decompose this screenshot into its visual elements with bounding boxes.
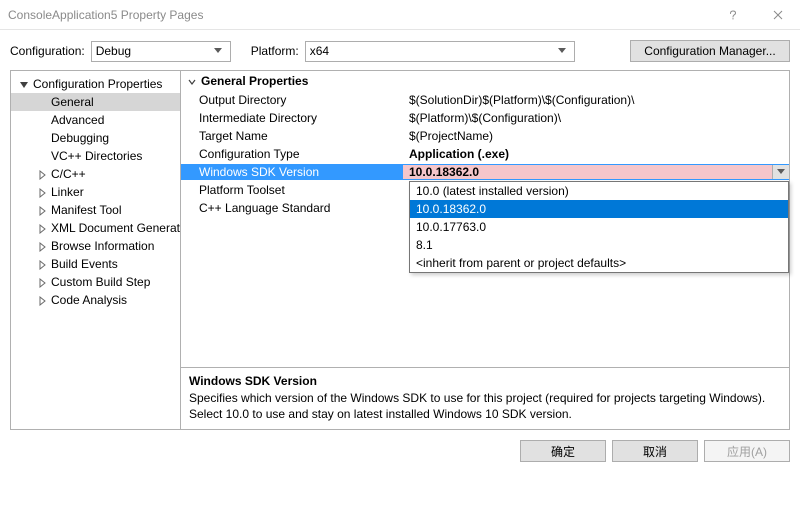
ok-button[interactable]: 确定 — [520, 440, 606, 462]
tree-item-label: General — [51, 95, 94, 109]
property-name: Configuration Type — [181, 147, 403, 161]
dropdown-button[interactable] — [772, 165, 789, 179]
dropdown-option[interactable]: 10.0 (latest installed version) — [410, 182, 788, 200]
triangle-right-icon — [37, 187, 47, 197]
tree-item-build-events[interactable]: Build Events — [11, 255, 180, 273]
triangle-right-icon — [37, 205, 47, 215]
tree-item-label: Manifest Tool — [51, 203, 121, 217]
tree-item-label: Debugging — [51, 131, 109, 145]
chevron-down-icon — [187, 76, 197, 86]
tree-item-code-analysis[interactable]: Code Analysis — [11, 291, 180, 309]
dropdown-option[interactable]: 8.1 — [410, 236, 788, 254]
tree-item-debugging[interactable]: Debugging — [11, 129, 180, 147]
tree-item-label: VC++ Directories — [51, 149, 142, 163]
chevron-down-icon — [211, 48, 226, 54]
tree-item-c-c-[interactable]: C/C++ — [11, 165, 180, 183]
property-value[interactable]: $(SolutionDir)$(Platform)\$(Configuratio… — [403, 93, 789, 107]
property-name: Intermediate Directory — [181, 111, 403, 125]
tree-item-browse-information[interactable]: Browse Information — [11, 237, 180, 255]
property-row[interactable]: Intermediate Directory$(Platform)\$(Conf… — [181, 109, 789, 127]
property-row[interactable]: Target Name$(ProjectName) — [181, 127, 789, 145]
cancel-button[interactable]: 取消 — [612, 440, 698, 462]
property-name: Windows SDK Version — [181, 164, 403, 180]
tree-item-label: Code Analysis — [51, 293, 127, 307]
dropdown-option[interactable]: 10.0.17763.0 — [410, 218, 788, 236]
description-title: Windows SDK Version — [189, 374, 781, 388]
property-name: Output Directory — [181, 93, 403, 107]
configuration-value: Debug — [96, 44, 211, 58]
property-row[interactable]: Configuration TypeApplication (.exe) — [181, 145, 789, 163]
triangle-right-icon — [37, 277, 47, 287]
property-name: Target Name — [181, 129, 403, 143]
property-grid-panel: General Properties Output Directory$(Sol… — [181, 71, 789, 429]
tree-item-label: Linker — [51, 185, 84, 199]
tree-item-vc-directories[interactable]: VC++ Directories — [11, 147, 180, 165]
configuration-bar: Configuration: Debug Platform: x64 Confi… — [0, 30, 800, 70]
triangle-right-icon — [37, 259, 47, 269]
property-value[interactable]: Application (.exe) — [403, 147, 789, 161]
tree-panel: Configuration Properties General Advanced… — [11, 71, 181, 429]
platform-value: x64 — [310, 44, 555, 58]
tree-item-general[interactable]: General — [11, 93, 180, 111]
triangle-right-icon — [37, 295, 47, 305]
tree-item-label: Advanced — [51, 113, 104, 127]
tree-root-configuration-properties[interactable]: Configuration Properties — [11, 75, 180, 93]
main-panel: Configuration Properties General Advanced… — [10, 70, 790, 430]
platform-label: Platform: — [251, 44, 299, 58]
category-general-properties[interactable]: General Properties — [181, 71, 789, 91]
tree-item-label: Build Events — [51, 257, 118, 271]
sdk-version-dropdown[interactable]: 10.0 (latest installed version)10.0.1836… — [409, 181, 789, 273]
description-text: Specifies which version of the Windows S… — [189, 390, 781, 422]
dropdown-option[interactable]: <inherit from parent or project defaults… — [410, 254, 788, 272]
property-grid: Output Directory$(SolutionDir)$(Platform… — [181, 91, 789, 367]
triangle-right-icon — [37, 241, 47, 251]
description-box: Windows SDK Version Specifies which vers… — [181, 367, 789, 429]
tree-item-manifest-tool[interactable]: Manifest Tool — [11, 201, 180, 219]
platform-dropdown[interactable]: x64 — [305, 41, 575, 62]
tree-item-linker[interactable]: Linker — [11, 183, 180, 201]
tree-item-label: XML Document Generator — [51, 221, 181, 235]
triangle-right-icon — [37, 223, 47, 233]
close-button[interactable] — [755, 0, 800, 30]
property-value[interactable]: $(Platform)\$(Configuration)\ — [403, 111, 789, 125]
tree-item-label: Custom Build Step — [51, 275, 150, 289]
tree-item-xml-document-generator[interactable]: XML Document Generator — [11, 219, 180, 237]
tree-item-label: C/C++ — [51, 167, 86, 181]
chevron-down-icon — [555, 48, 570, 54]
property-value[interactable]: $(ProjectName) — [403, 129, 789, 143]
apply-button[interactable]: 应用(A) — [704, 440, 790, 462]
help-button[interactable] — [710, 0, 755, 30]
property-row[interactable]: Output Directory$(SolutionDir)$(Platform… — [181, 91, 789, 109]
triangle-down-icon — [19, 79, 29, 89]
configuration-dropdown[interactable]: Debug — [91, 41, 231, 62]
window-title: ConsoleApplication5 Property Pages — [8, 8, 203, 22]
property-row[interactable]: Windows SDK Version10.0.18362.0 — [181, 163, 789, 181]
property-name: Platform Toolset — [181, 183, 403, 197]
dialog-button-bar: 确定 取消 应用(A) — [0, 430, 800, 462]
property-value[interactable]: 10.0.18362.0 — [403, 164, 789, 180]
tree-item-advanced[interactable]: Advanced — [11, 111, 180, 129]
titlebar: ConsoleApplication5 Property Pages — [0, 0, 800, 30]
tree-item-label: Browse Information — [51, 239, 154, 253]
triangle-right-icon — [37, 169, 47, 179]
configuration-label: Configuration: — [10, 44, 85, 58]
configuration-manager-button[interactable]: Configuration Manager... — [630, 40, 790, 62]
dropdown-option[interactable]: 10.0.18362.0 — [410, 200, 788, 218]
tree-item-custom-build-step[interactable]: Custom Build Step — [11, 273, 180, 291]
property-name: C++ Language Standard — [181, 201, 403, 215]
